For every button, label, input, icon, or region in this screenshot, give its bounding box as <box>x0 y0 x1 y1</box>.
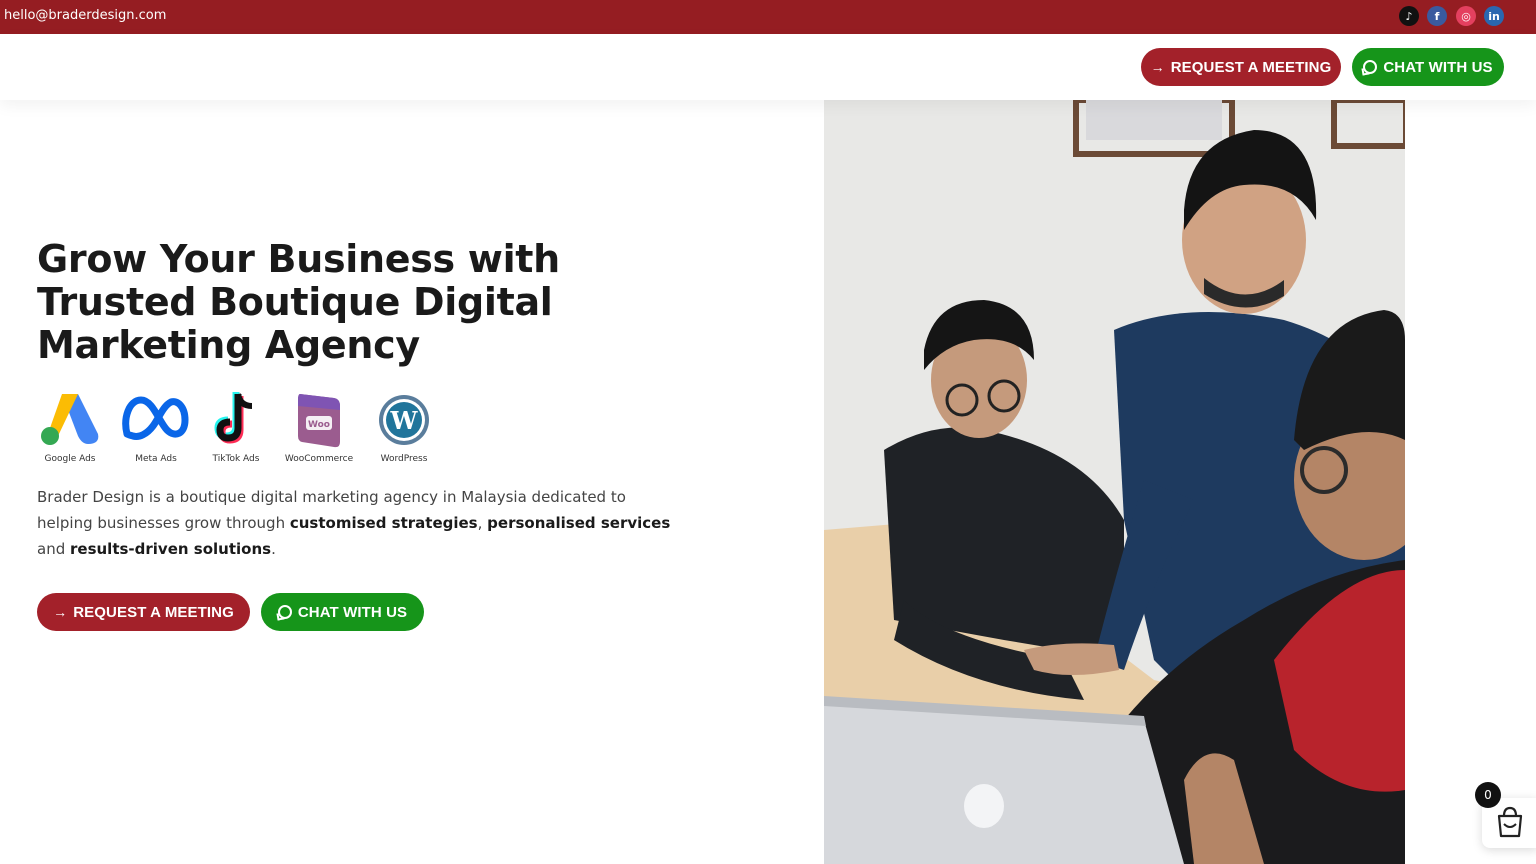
hero-request-meeting-button[interactable]: → REQUEST A MEETING <box>37 593 250 631</box>
instagram-icon[interactable]: ◎ <box>1456 6 1476 26</box>
tiktok-icon[interactable]: ♪ <box>1399 6 1419 26</box>
woocommerce-icon: Woo <box>298 394 340 448</box>
top-bar: hello@braderdesign.com ♪ f ◎ in <box>0 0 1536 34</box>
hero-chat-label: CHAT WITH US <box>297 603 408 621</box>
header-chat-label: CHAT WITH US <box>1383 58 1493 76</box>
hero-request-meeting-label: REQUEST A MEETING <box>73 603 234 621</box>
header-request-meeting-label: REQUEST A MEETING <box>1170 58 1332 76</box>
google-ads-label: Google Ads <box>44 454 96 464</box>
facebook-icon[interactable]: f <box>1427 6 1447 26</box>
header-chat-button[interactable]: CHAT WITH US <box>1352 48 1504 86</box>
google-ads-icon <box>41 394 99 445</box>
site-header: → REQUEST A MEETING CHAT WITH US <box>0 34 1536 100</box>
tiktok-ads-label: TikTok Ads <box>212 454 260 464</box>
description-and: and <box>37 540 70 558</box>
hero-headline: Grow Your Business with Trusted Boutique… <box>37 237 560 367</box>
arrow-right-icon: → <box>1150 59 1165 75</box>
description-bold-strategies: customised strategies <box>289 514 478 532</box>
meta-ads-label: Meta Ads <box>135 454 177 464</box>
svg-text:W: W <box>390 406 419 435</box>
cart-count-badge: 0 <box>1475 782 1501 808</box>
hero-description: Brader Design is a boutique digital mark… <box>37 484 677 562</box>
whatsapp-icon <box>277 605 292 619</box>
description-separator: , <box>477 514 488 532</box>
team-photo <box>824 100 1405 864</box>
tiktok-icon <box>214 392 253 444</box>
description-bold-solutions: results-driven solutions <box>70 540 272 558</box>
linkedin-icon[interactable]: in <box>1484 6 1504 26</box>
header-request-meeting-button[interactable]: → REQUEST A MEETING <box>1141 48 1341 86</box>
description-bold-services: personalised services <box>487 514 671 532</box>
whatsapp-icon <box>1363 60 1378 74</box>
wordpress-label: WordPress <box>380 454 428 464</box>
woocommerce-label: WooCommerce <box>284 454 354 464</box>
description-period: . <box>271 540 276 558</box>
meta-icon <box>122 396 189 440</box>
svg-text:Woo: Woo <box>308 420 330 430</box>
wordpress-icon: W <box>379 395 429 445</box>
arrow-right-icon: → <box>53 604 68 620</box>
hero-chat-button[interactable]: CHAT WITH US <box>261 593 424 631</box>
team-photo-illustration <box>824 100 1405 864</box>
contact-email[interactable]: hello@braderdesign.com <box>4 8 166 23</box>
